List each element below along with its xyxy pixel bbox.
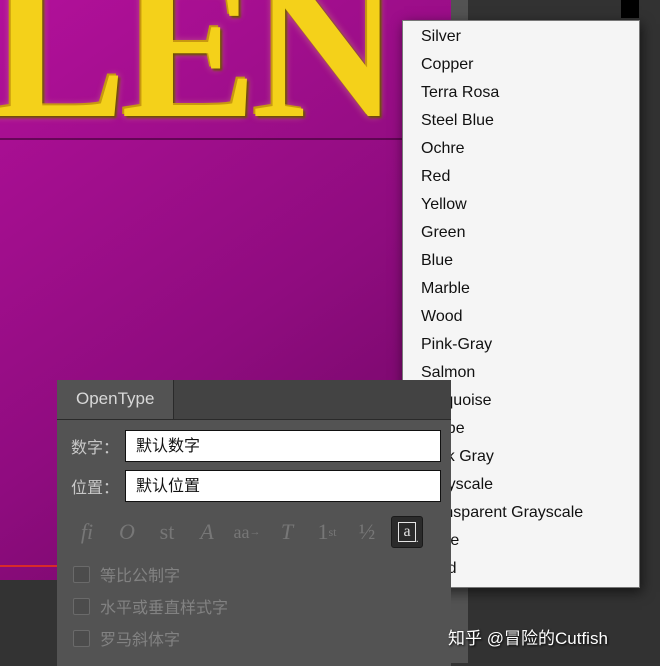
swash-icon[interactable]: O (111, 516, 143, 548)
dropdown-item[interactable]: Silver (403, 23, 639, 51)
row-number: 数字： 默认数字 (69, 430, 441, 462)
check-hv-alternates-label: 水平或垂直样式字 (100, 594, 228, 618)
dropdown-item[interactable]: Steel Blue (403, 107, 639, 135)
tab-opentype[interactable]: OpenType (57, 380, 174, 419)
stylistic-alt-icon[interactable]: st (151, 516, 183, 548)
opentype-checks: 等比公制字 水平或垂直样式字 罗马斜体字 (69, 552, 441, 654)
checkbox-icon[interactable] (73, 566, 90, 583)
guide-line (0, 138, 451, 140)
artwork-text[interactable]: LEN (0, 0, 394, 166)
opentype-icon-row: fi O st A aa→ T 1st ½ a. (69, 510, 441, 552)
titling-alt-icon[interactable]: A (191, 516, 223, 548)
dropdown-item[interactable]: Wood (403, 303, 639, 331)
check-proportional[interactable]: 等比公制字 (73, 558, 441, 590)
watermark: 知乎 @冒险的Cutfish (448, 624, 608, 649)
opentype-panel: OpenType 数字： 默认数字 位置： 默认位置 fi O st A aa→… (57, 380, 451, 666)
swatch-black[interactable] (621, 0, 639, 18)
dropdown-item[interactable]: Pink-Gray (403, 331, 639, 359)
label-position: 位置： (69, 474, 125, 498)
contextual-alt-icon[interactable]: aa→ (231, 516, 263, 548)
check-roman-italics[interactable]: 罗马斜体字 (73, 622, 441, 654)
checkbox-icon[interactable] (73, 598, 90, 615)
check-proportional-label: 等比公制字 (100, 562, 180, 586)
dropdown-item[interactable]: Green (403, 219, 639, 247)
checkbox-icon[interactable] (73, 630, 90, 647)
dropdown-item[interactable]: Terra Rosa (403, 79, 639, 107)
dropdown-item[interactable]: Red (403, 163, 639, 191)
dropdown-item[interactable]: Ochre (403, 135, 639, 163)
fractions-icon[interactable]: ½ (351, 516, 383, 548)
ordinals-icon[interactable]: 1st (311, 516, 343, 548)
select-position[interactable]: 默认位置 (125, 470, 441, 502)
ligature-icon[interactable]: fi (71, 516, 103, 548)
dropdown-item[interactable]: Copper (403, 51, 639, 79)
dropdown-item[interactable]: Marble (403, 275, 639, 303)
boxed-a-icon[interactable]: a. (391, 516, 423, 548)
label-number: 数字： (69, 434, 125, 458)
dropdown-item[interactable]: Blue (403, 247, 639, 275)
check-roman-italics-label: 罗马斜体字 (100, 626, 180, 650)
panel-tabs: OpenType (57, 380, 451, 420)
select-number[interactable]: 默认数字 (125, 430, 441, 462)
dropdown-item[interactable]: Yellow (403, 191, 639, 219)
row-position: 位置： 默认位置 (69, 470, 441, 502)
check-hv-alternates[interactable]: 水平或垂直样式字 (73, 590, 441, 622)
smallcaps-icon[interactable]: T (271, 516, 303, 548)
